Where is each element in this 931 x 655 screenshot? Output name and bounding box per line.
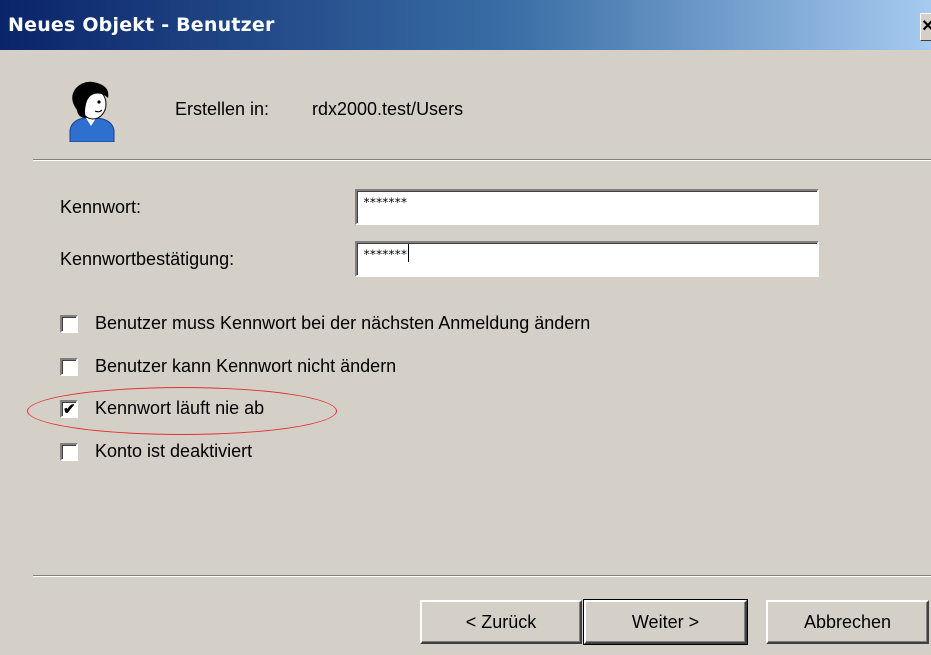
user-icon: [69, 81, 115, 142]
close-icon: ×: [922, 15, 931, 37]
checkbox-account-disabled[interactable]: [60, 443, 78, 461]
create-in-path: rdx2000.test/Users: [312, 99, 464, 119]
window-title: Neues Objekt - Benutzer: [8, 14, 275, 36]
checkbox-cannot-change-password[interactable]: [60, 358, 78, 376]
password-field[interactable]: ∗∗∗∗∗∗∗: [355, 189, 819, 225]
checkbox-password-never-expires[interactable]: ✔: [60, 400, 78, 418]
option-label: Benutzer muss Kennwort bei der nächsten …: [95, 313, 591, 333]
checkmark-icon: ✔: [63, 401, 76, 418]
password-value: ∗∗∗∗∗∗∗: [363, 193, 408, 207]
option-label: Konto ist deaktiviert: [95, 441, 253, 461]
checkbox-must-change-password[interactable]: [60, 315, 78, 333]
option-label: Benutzer kann Kennwort nicht ändern: [95, 356, 397, 376]
back-button[interactable]: < Zurück: [420, 600, 582, 644]
close-button[interactable]: ×: [920, 13, 931, 41]
top-divider: [33, 159, 931, 161]
password-label: Kennwort:: [60, 197, 142, 217]
cancel-button[interactable]: Abbrechen: [766, 600, 929, 644]
next-button[interactable]: Weiter >: [583, 599, 748, 645]
option-label: Kennwort läuft nie ab: [95, 398, 265, 418]
confirm-password-label: Kennwortbestätigung:: [60, 249, 235, 269]
text-caret: [407, 244, 409, 262]
create-in-label: Erstellen in:: [175, 99, 270, 119]
confirm-password-field[interactable]: ∗∗∗∗∗∗∗: [355, 241, 819, 277]
title-bar[interactable]: Neues Objekt - Benutzer ×: [0, 0, 931, 50]
bottom-divider: [33, 575, 931, 577]
confirm-password-value: ∗∗∗∗∗∗∗: [363, 244, 409, 262]
